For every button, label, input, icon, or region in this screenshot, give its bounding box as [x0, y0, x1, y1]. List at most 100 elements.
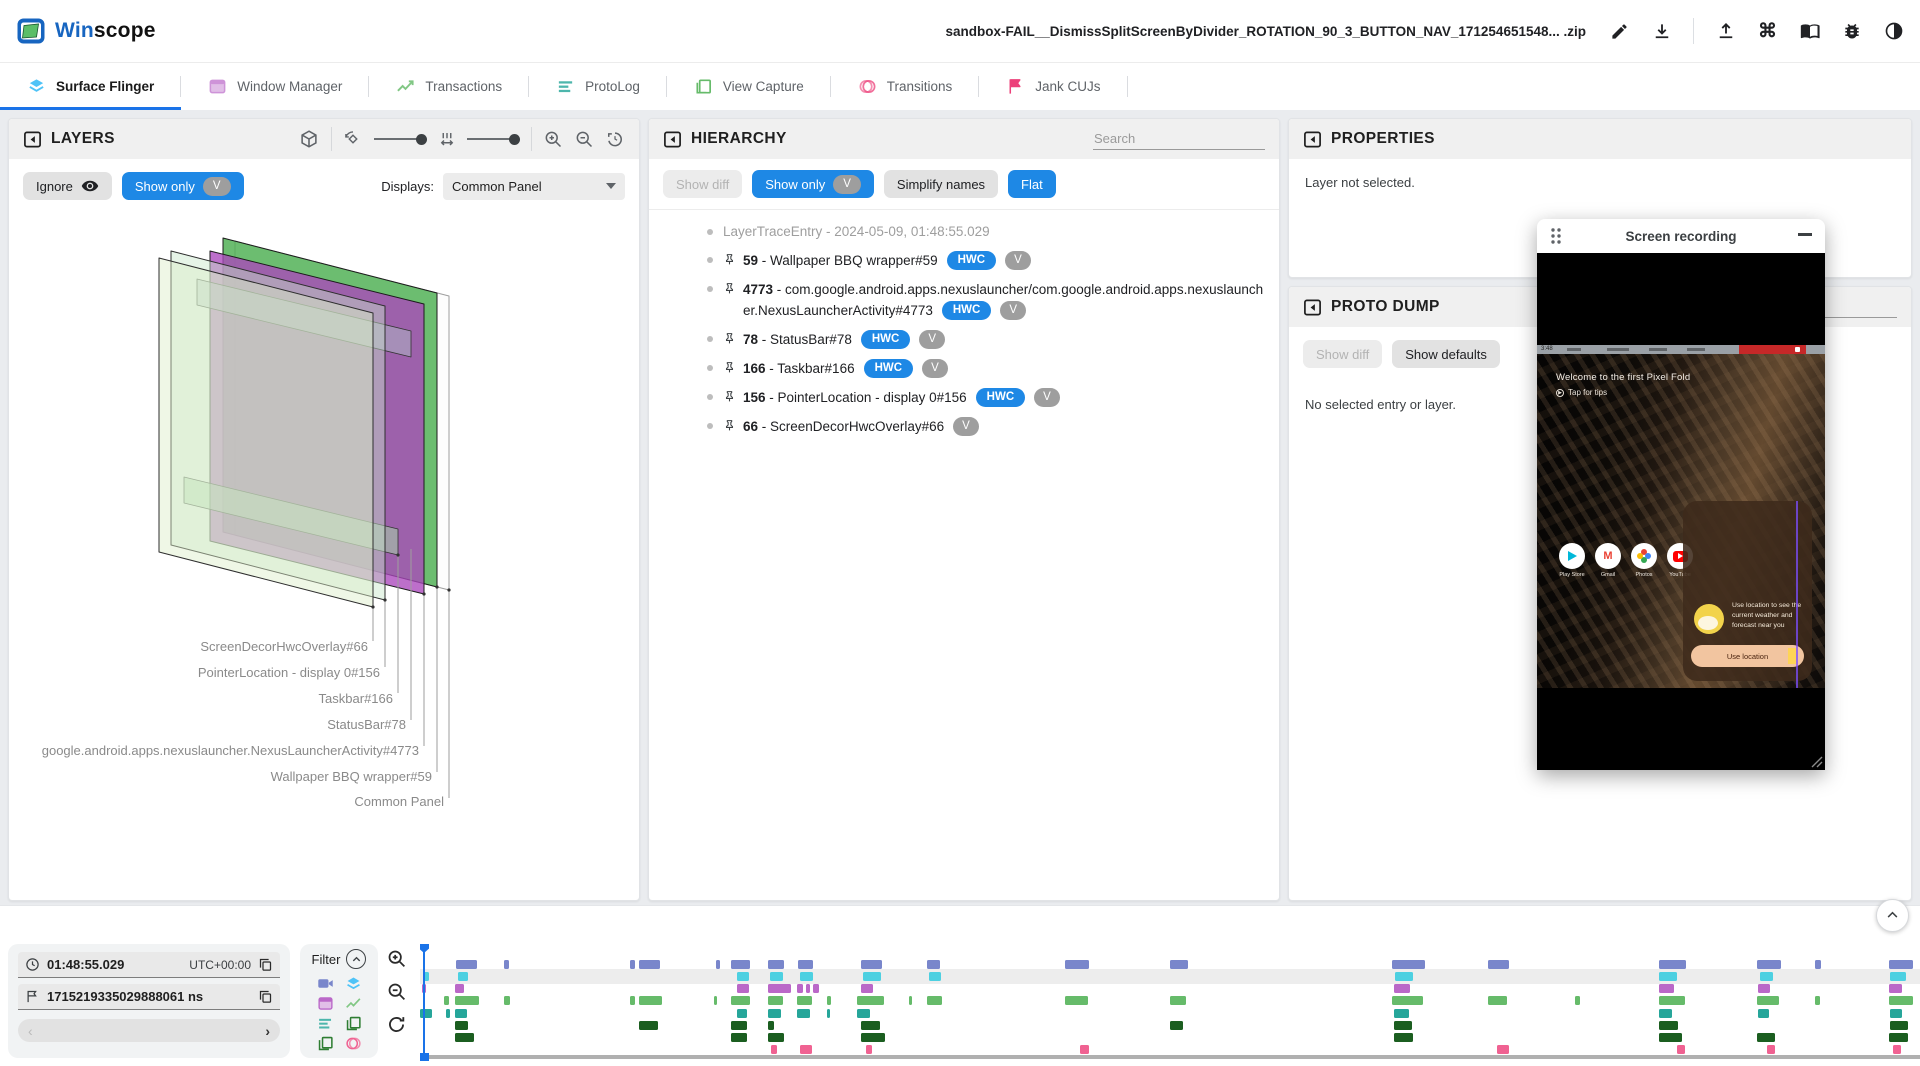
- tree-node-row[interactable]: 59 - Wallpaper BBQ wrapper#59HWCV: [659, 246, 1265, 275]
- layer-rect-common-panel[interactable]: [235, 241, 449, 590]
- spacing-icon[interactable]: [438, 130, 456, 148]
- timeline-canvas[interactable]: [420, 944, 1920, 1066]
- filter-transitions-icon[interactable]: [345, 1035, 362, 1052]
- upload-icon[interactable]: [1715, 21, 1736, 42]
- timeline-cursor[interactable]: [423, 944, 425, 1056]
- trace-entry-block[interactable]: [504, 996, 510, 1005]
- trace-entry-block[interactable]: [1170, 1021, 1183, 1030]
- tab-view-capture[interactable]: View Capture: [667, 63, 831, 110]
- shortcuts-icon[interactable]: ⌘: [1757, 21, 1778, 42]
- trace-entry-block[interactable]: [768, 996, 783, 1005]
- trace-entry-block[interactable]: [731, 1033, 747, 1042]
- trace-entry-block[interactable]: [797, 984, 803, 993]
- timeline-zoom-out-icon[interactable]: [386, 981, 407, 1002]
- trace-entry-block[interactable]: [639, 1021, 658, 1030]
- chevron-right-icon[interactable]: ›: [265, 1024, 270, 1038]
- pin-icon[interactable]: [723, 279, 743, 296]
- trace-entry-block[interactable]: [630, 996, 635, 1005]
- trace-entry-block[interactable]: [927, 996, 942, 1005]
- trace-entry-block[interactable]: [1760, 972, 1773, 981]
- trace-entry-block[interactable]: [1394, 1033, 1413, 1042]
- trace-entry-block[interactable]: [737, 1009, 748, 1018]
- trace-entry-block[interactable]: [716, 960, 721, 969]
- trace-entry-block[interactable]: [1170, 960, 1188, 969]
- timeline-row-protolog[interactable]: [420, 1009, 1920, 1018]
- tree-node-row[interactable]: 156 - PointerLocation - display 0#156HWC…: [659, 383, 1265, 412]
- trace-entry-block[interactable]: [1065, 996, 1088, 1005]
- resize-handle-icon[interactable]: [1810, 755, 1823, 768]
- 3d-view-icon[interactable]: [298, 128, 320, 150]
- layer-rect-statusbar[interactable]: [197, 279, 411, 357]
- timeline-row-transactions[interactable]: [420, 996, 1920, 1005]
- download-icon[interactable]: [1651, 21, 1672, 42]
- trace-entry-block[interactable]: [737, 984, 749, 993]
- trace-entry-block[interactable]: [861, 960, 882, 969]
- timeline-row-surface-flinger[interactable]: [420, 972, 1920, 981]
- filter-surface-flinger-icon[interactable]: [345, 975, 362, 992]
- timeline-zoom-in-icon[interactable]: [386, 948, 407, 969]
- trace-entry-block[interactable]: [768, 960, 784, 969]
- collapse-panel-icon[interactable]: [1303, 298, 1322, 317]
- trace-entry-block[interactable]: [1889, 984, 1902, 993]
- show-diff-button[interactable]: Show diff: [663, 170, 742, 198]
- trace-entry-block[interactable]: [861, 1021, 880, 1030]
- trace-entry-block[interactable]: [1890, 1021, 1908, 1030]
- trace-entry-block[interactable]: [857, 1009, 870, 1018]
- trace-entry-block[interactable]: [800, 972, 813, 981]
- filter-protolog-icon[interactable]: [317, 1015, 334, 1032]
- ignore-button[interactable]: Ignore: [23, 172, 112, 200]
- trace-entry-block[interactable]: [1659, 960, 1686, 969]
- trace-entry-block[interactable]: [866, 1045, 872, 1054]
- trace-entry-block[interactable]: [1395, 972, 1413, 981]
- timeline-row-view-capture-1[interactable]: [420, 1021, 1920, 1030]
- reset-view-icon[interactable]: [605, 129, 625, 149]
- trace-entry-block[interactable]: [927, 960, 940, 969]
- documentation-icon[interactable]: [1799, 21, 1820, 42]
- trace-entry-block[interactable]: [813, 984, 819, 993]
- drag-handle-icon[interactable]: [1550, 227, 1562, 245]
- trace-entry-block[interactable]: [639, 996, 662, 1005]
- trace-entry-block[interactable]: [1890, 972, 1906, 981]
- trace-entry-block[interactable]: [1758, 1009, 1769, 1018]
- trace-entry-block[interactable]: [1757, 1033, 1775, 1042]
- trace-entry-block[interactable]: [1394, 984, 1410, 993]
- timeline-reset-zoom-icon[interactable]: [386, 1014, 407, 1035]
- timeline-row-window-manager[interactable]: [420, 984, 1920, 993]
- dark-mode-toggle-icon[interactable]: [1883, 21, 1904, 42]
- tab-window-manager[interactable]: Window Manager: [181, 63, 369, 110]
- flat-button[interactable]: Flat: [1008, 170, 1056, 198]
- trace-entry-block[interactable]: [731, 1021, 747, 1030]
- filter-transactions-icon[interactable]: [345, 995, 362, 1012]
- trace-entry-block[interactable]: [1170, 996, 1186, 1005]
- pin-icon[interactable]: [723, 387, 743, 404]
- trace-entry-block[interactable]: [863, 972, 881, 981]
- tree-node-row[interactable]: 66 - ScreenDecorHwcOverlay#66V: [659, 412, 1265, 441]
- bug-report-icon[interactable]: [1841, 21, 1862, 42]
- layer-rect-pointerlocation[interactable]: [171, 251, 385, 600]
- trace-entry-block[interactable]: [798, 960, 813, 969]
- filter-collapse-button[interactable]: [346, 949, 366, 969]
- spacing-slider[interactable]: [467, 134, 520, 145]
- expand-timeline-button[interactable]: [1876, 899, 1909, 932]
- trace-entry-block[interactable]: [458, 972, 469, 981]
- filter-screen-recording-icon[interactable]: [317, 975, 334, 992]
- trace-entry-block[interactable]: [1889, 960, 1913, 969]
- trace-entry-block[interactable]: [1392, 960, 1425, 969]
- timeline-row-screen-recording[interactable]: [420, 960, 1920, 969]
- trace-entry-block[interactable]: [630, 960, 635, 969]
- trace-entry-block[interactable]: [771, 1045, 777, 1054]
- trace-entry-block[interactable]: [444, 996, 449, 1005]
- filter-view-capture-icon[interactable]: [345, 1015, 362, 1032]
- show-defaults-button[interactable]: Show defaults: [1392, 340, 1500, 368]
- app-gmail[interactable]: M Gmail: [1594, 543, 1622, 578]
- trace-entry-block[interactable]: [768, 984, 791, 993]
- tab-jank-cujs[interactable]: Jank CUJs: [979, 63, 1127, 110]
- screen-recording-titlebar[interactable]: Screen recording: [1537, 219, 1825, 253]
- trace-entry-block[interactable]: [861, 1033, 885, 1042]
- timeline-horizontal-scrollbar[interactable]: [420, 1055, 1920, 1059]
- edit-icon[interactable]: [1609, 21, 1630, 42]
- trace-entry-block[interactable]: [1890, 1009, 1902, 1018]
- show-only-button[interactable]: Show only V: [752, 170, 874, 198]
- tree-node-row[interactable]: 166 - Taskbar#166HWCV: [659, 354, 1265, 383]
- filter-view-capture-2-icon[interactable]: [317, 1035, 334, 1052]
